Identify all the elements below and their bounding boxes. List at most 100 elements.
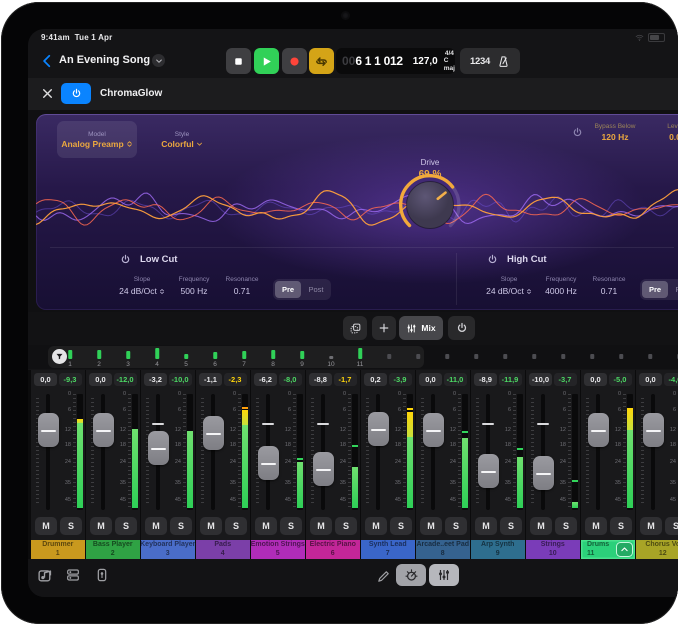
track-name-bar[interactable]: Synth Lead 7 (361, 540, 415, 559)
track-name-bar[interactable]: Arp Synth 9 (471, 540, 525, 559)
plugin-power-button[interactable] (61, 83, 91, 104)
volume-value[interactable]: 0,2 (364, 373, 387, 386)
overview-strip[interactable] (377, 346, 401, 368)
smart-controls-button[interactable] (396, 564, 426, 586)
fader-track[interactable] (431, 394, 435, 510)
volume-value[interactable]: -8,8 (309, 373, 332, 386)
mixer-power-button[interactable] (448, 316, 475, 340)
back-icon[interactable] (40, 52, 54, 70)
fader-track[interactable] (101, 394, 105, 510)
fader-handle[interactable] (533, 456, 554, 490)
overview-strip[interactable] (406, 346, 430, 368)
peak-value[interactable]: -8,0 (279, 373, 302, 386)
low-cut-pre-button[interactable]: Pre (275, 281, 301, 298)
fader-handle[interactable] (588, 413, 609, 447)
mute-button[interactable]: M (35, 517, 57, 535)
volume-value[interactable]: 0,0 (419, 373, 442, 386)
overview-strip[interactable]: 10 (319, 346, 343, 368)
mute-button[interactable]: M (420, 517, 442, 535)
track-name-bar[interactable]: Arcade..eet Pad 8 (416, 540, 470, 559)
controls-icon[interactable] (94, 567, 110, 583)
duplicate-button[interactable] (343, 316, 367, 340)
solo-button[interactable]: S (280, 517, 302, 535)
high-cut-resonance[interactable]: Resonance 0.71 (579, 276, 639, 296)
mute-button[interactable]: M (530, 517, 552, 535)
peak-value[interactable]: -3,9 (389, 373, 412, 386)
volume-value[interactable]: 0,0 (639, 373, 662, 386)
low-cut-resonance[interactable]: Resonance 0.71 (212, 276, 272, 296)
song-title[interactable]: An Evening Song (59, 54, 150, 66)
mute-button[interactable]: M (255, 517, 277, 535)
mute-button[interactable]: M (200, 517, 222, 535)
mute-button[interactable]: M (365, 517, 387, 535)
volume-value[interactable]: 0,0 (89, 373, 112, 386)
fader-handle[interactable] (313, 452, 334, 486)
level-param[interactable]: Level 0.0 (650, 123, 678, 142)
high-cut-post-button[interactable]: Post (670, 281, 678, 298)
fader-handle[interactable] (203, 416, 224, 450)
close-icon[interactable] (41, 87, 54, 100)
overview-strip[interactable]: 11 (348, 346, 372, 368)
solo-button[interactable]: S (665, 517, 678, 535)
overview-strip[interactable]: 6 (203, 346, 227, 368)
track-name-bar[interactable]: Electric Piano 6 (306, 540, 360, 559)
track-name-bar[interactable]: Keyboard Player 3 (141, 540, 195, 559)
collapse-mixer-button[interactable] (617, 543, 632, 556)
song-menu-button[interactable] (152, 54, 165, 67)
peak-value[interactable]: -11,0 (444, 373, 467, 386)
count-in-metronome[interactable]: 1234 (460, 48, 520, 74)
pencil-icon[interactable] (376, 569, 391, 584)
mute-button[interactable]: M (90, 517, 112, 535)
volume-value[interactable]: -1,1 (199, 373, 222, 386)
track-name-bar[interactable]: Chorus Vo 12 (636, 540, 678, 559)
overview-strip[interactable]: 1 (58, 346, 82, 368)
overview-strip[interactable]: 4 (145, 346, 169, 368)
track-name-bar[interactable]: Drums 11 (581, 540, 635, 559)
bypass-below-param[interactable]: Bypass Below 120 Hz (584, 123, 646, 142)
record-button[interactable] (282, 48, 307, 74)
cycle-button[interactable] (309, 48, 334, 74)
mix-button[interactable]: Mix (399, 316, 443, 340)
volume-value[interactable]: -3,2 (144, 373, 167, 386)
high-cut-slope[interactable]: Slope 24 dB/Oct (479, 276, 539, 296)
style-selector[interactable]: Style Colorful (144, 121, 220, 158)
overview-strip[interactable] (580, 346, 604, 368)
peak-value[interactable]: -11,9 (499, 373, 522, 386)
mute-button[interactable]: M (310, 517, 332, 535)
high-cut-power-icon[interactable] (487, 254, 498, 265)
peak-value[interactable]: -12,0 (114, 373, 137, 386)
solo-button[interactable]: S (115, 517, 137, 535)
overview-strip[interactable]: 3 (116, 346, 140, 368)
bypass-power-icon[interactable] (572, 127, 583, 138)
overview-strip[interactable] (638, 346, 662, 368)
volume-value[interactable]: -6,2 (254, 373, 277, 386)
mute-button[interactable]: M (145, 517, 167, 535)
solo-button[interactable]: S (170, 517, 192, 535)
drive-knob[interactable] (399, 174, 461, 236)
fader-handle[interactable] (423, 413, 444, 447)
volume-value[interactable]: 0,0 (584, 373, 607, 386)
fader-handle[interactable] (258, 446, 279, 480)
overview-strip[interactable]: 2 (87, 346, 111, 368)
fader-track[interactable] (211, 394, 215, 510)
fader-handle[interactable] (93, 413, 114, 447)
low-cut-slope[interactable]: Slope 24 dB/Oct (112, 276, 172, 296)
count-in-button[interactable]: 1234 (470, 56, 490, 67)
peak-value[interactable]: -2,3 (224, 373, 247, 386)
track-name-bar[interactable]: Emotion Strings 5 (251, 540, 305, 559)
overview-strip[interactable]: 9 (290, 346, 314, 368)
track-name-bar[interactable]: Pads 4 (196, 540, 250, 559)
peak-value[interactable]: -10,0 (169, 373, 192, 386)
solo-button[interactable]: S (390, 517, 412, 535)
solo-button[interactable]: S (445, 517, 467, 535)
overview-strip[interactable]: 8 (261, 346, 285, 368)
overview-strip[interactable]: 7 (232, 346, 256, 368)
fader-track[interactable] (541, 394, 545, 510)
overview-strip[interactable] (493, 346, 517, 368)
fader-handle[interactable] (643, 413, 664, 447)
solo-button[interactable]: S (610, 517, 632, 535)
track-name-bar[interactable]: Drummer 1 (31, 540, 85, 559)
fader-handle[interactable] (478, 454, 499, 488)
volume-value[interactable]: -10,0 (529, 373, 552, 386)
fader-handle[interactable] (38, 413, 59, 447)
